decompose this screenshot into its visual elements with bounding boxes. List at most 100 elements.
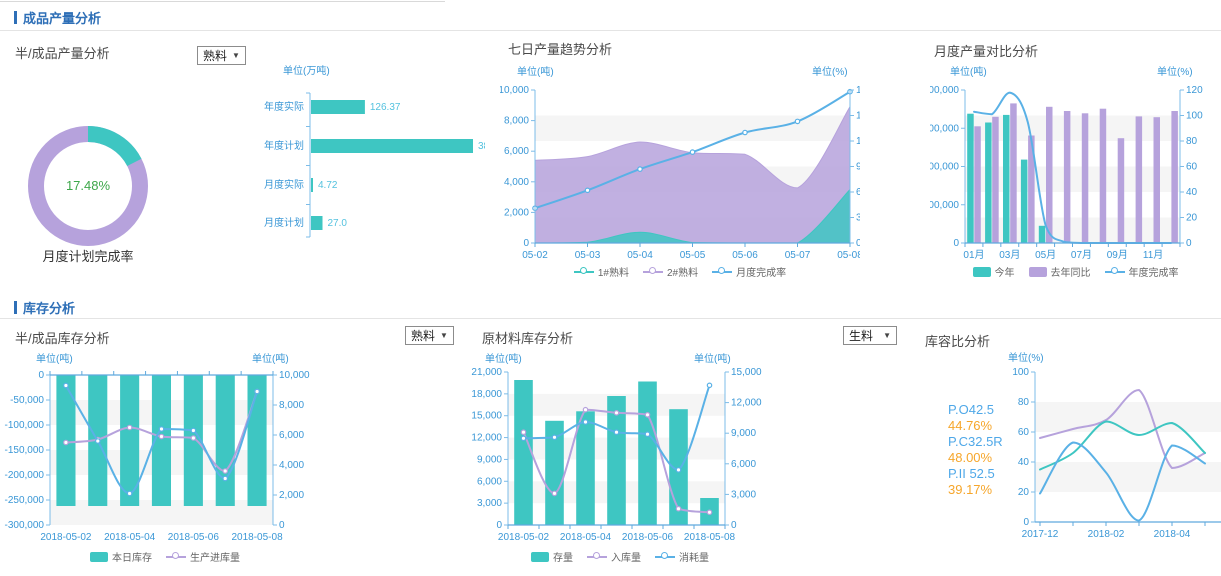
cement-type-pct: 39.17% <box>948 482 1003 498</box>
tick-label: 2017-12 <box>1022 529 1059 540</box>
bar <box>216 375 235 506</box>
tick-label: 18,000 <box>471 389 502 400</box>
tick-label: 2018-02 <box>1088 529 1125 540</box>
semi-stock-material-select[interactable]: 熟料 ▼ <box>405 326 454 345</box>
tick-label: 0 <box>279 520 285 531</box>
tick-label: 6,000 <box>477 476 502 487</box>
bar <box>1039 226 1046 243</box>
legend-label: 存量 <box>553 549 573 564</box>
tick-label: 8,000 <box>279 400 304 411</box>
tick-label: 05月 <box>1035 249 1056 261</box>
data-point <box>583 420 587 424</box>
data-point <box>191 428 195 432</box>
bar <box>1064 111 1071 243</box>
tick-label: 6 <box>856 187 860 198</box>
dropdown-caret-icon: ▼ <box>232 51 240 60</box>
legend-line-circle-icon <box>643 267 663 276</box>
legend-label: 生产进库量 <box>190 549 240 564</box>
tick-label: 2018-04 <box>1154 529 1191 540</box>
section-title: 成品产量分析 <box>23 8 101 27</box>
tick-label: 月度实际 <box>264 178 304 191</box>
tick-label: 2018-05-02 <box>498 532 550 543</box>
tick-label: 3,000 <box>731 489 756 500</box>
legend-item-2#熟料[interactable]: 2#熟料 <box>643 264 698 279</box>
tick-label: -100,000 <box>5 420 45 431</box>
cement-type-label: P.O42.5 <box>948 402 1003 418</box>
legend-item-今年[interactable]: 今年 <box>973 264 1015 279</box>
legend-item-生产进库量[interactable]: 生产进库量 <box>166 549 240 564</box>
tick-label: 120 <box>1186 85 1203 96</box>
legend-line-circle-icon <box>166 552 186 561</box>
bar <box>985 123 992 244</box>
grid-band <box>1035 462 1221 492</box>
cement-type-label: P.II 52.5 <box>948 466 1003 482</box>
tick-label: 4,000 <box>279 460 304 471</box>
legend-item-去年同比[interactable]: 去年同比 <box>1029 264 1091 279</box>
tick-label: 3,000 <box>477 498 502 509</box>
bar-月度实际 <box>311 178 313 192</box>
capacity-side-labels: P.O42.5 44.76% P.C32.5R 48.00% P.II 52.5… <box>948 402 1003 498</box>
dropdown-caret-icon: ▼ <box>883 331 891 340</box>
tick-label: 40 <box>1186 187 1198 198</box>
data-point <box>676 468 680 472</box>
raw-stock-material-select[interactable]: 生料 ▼ <box>843 326 897 345</box>
tick-label: 20 <box>1018 487 1030 498</box>
data-point <box>645 432 649 436</box>
dropdown-value: 熟料 <box>203 47 227 64</box>
tick-label: 100,000 <box>930 200 959 211</box>
data-point <box>64 440 68 444</box>
seven-day-unit-left: 单位(吨) <box>517 63 554 78</box>
legend-label: 本日库存 <box>112 549 152 564</box>
legend-label: 2#熟料 <box>667 264 698 279</box>
tick-label: 10,000 <box>279 370 310 381</box>
tick-label: 2018-05-08 <box>231 532 283 543</box>
legend-item-消耗量[interactable]: 消耗量 <box>655 549 709 564</box>
bar <box>1003 115 1010 243</box>
legend-item-存量[interactable]: 存量 <box>531 549 573 564</box>
bar <box>967 114 974 243</box>
tick-label: 2,000 <box>279 490 304 501</box>
tick-label: 0 <box>523 238 529 249</box>
tick-label: 27.0 <box>328 218 348 229</box>
data-point <box>159 427 163 431</box>
legend-label: 入库量 <box>611 549 641 564</box>
bar <box>974 126 981 243</box>
data-point <box>521 430 525 434</box>
bar <box>1082 113 1089 243</box>
tick-label: 0 <box>953 238 959 249</box>
bar <box>1154 117 1161 243</box>
panel-title-seven-day: 七日产量趋势分析 <box>508 39 612 58</box>
tick-label: 0 <box>856 238 860 249</box>
dropdown-value: 生料 <box>849 327 873 344</box>
legend-item-年度完成率[interactable]: 年度完成率 <box>1105 264 1179 279</box>
tick-label: 6,000 <box>504 146 529 157</box>
bar-月度计划 <box>311 216 323 230</box>
section-accent-bar <box>14 11 17 24</box>
legend-item-月度完成率[interactable]: 月度完成率 <box>712 264 786 279</box>
tick-label: 0 <box>731 520 737 531</box>
panel-title-monthly: 月度产量对比分析 <box>934 41 1038 60</box>
data-point <box>585 188 589 192</box>
tick-label: 300,000 <box>930 123 959 134</box>
legend-swatch-icon <box>90 552 108 562</box>
cement-type-pct: 48.00% <box>948 450 1003 466</box>
data-point <box>552 491 556 495</box>
data-point <box>191 436 195 440</box>
legend-swatch-icon <box>1029 267 1047 277</box>
bar <box>1046 107 1053 243</box>
tick-label: 年度实际 <box>264 100 304 113</box>
tick-label: 2018-05-04 <box>560 532 612 543</box>
legend-item-本日库存[interactable]: 本日库存 <box>90 549 152 564</box>
legend-item-1#熟料[interactable]: 1#熟料 <box>574 264 629 279</box>
tick-label: 07月 <box>1071 249 1092 261</box>
monthly-unit-left: 单位(吨) <box>950 63 987 78</box>
semi-output-material-select[interactable]: 熟料 ▼ <box>197 46 246 65</box>
legend-label: 年度完成率 <box>1129 264 1179 279</box>
tick-label: 05-06 <box>732 250 758 261</box>
bar <box>1010 103 1017 243</box>
seven-day-unit-right: 单位(%) <box>812 63 848 78</box>
legend-item-入库量[interactable]: 入库量 <box>587 549 641 564</box>
bar <box>1100 109 1107 243</box>
tick-label: 8,000 <box>504 116 529 127</box>
tick-label: 60 <box>1018 427 1030 438</box>
